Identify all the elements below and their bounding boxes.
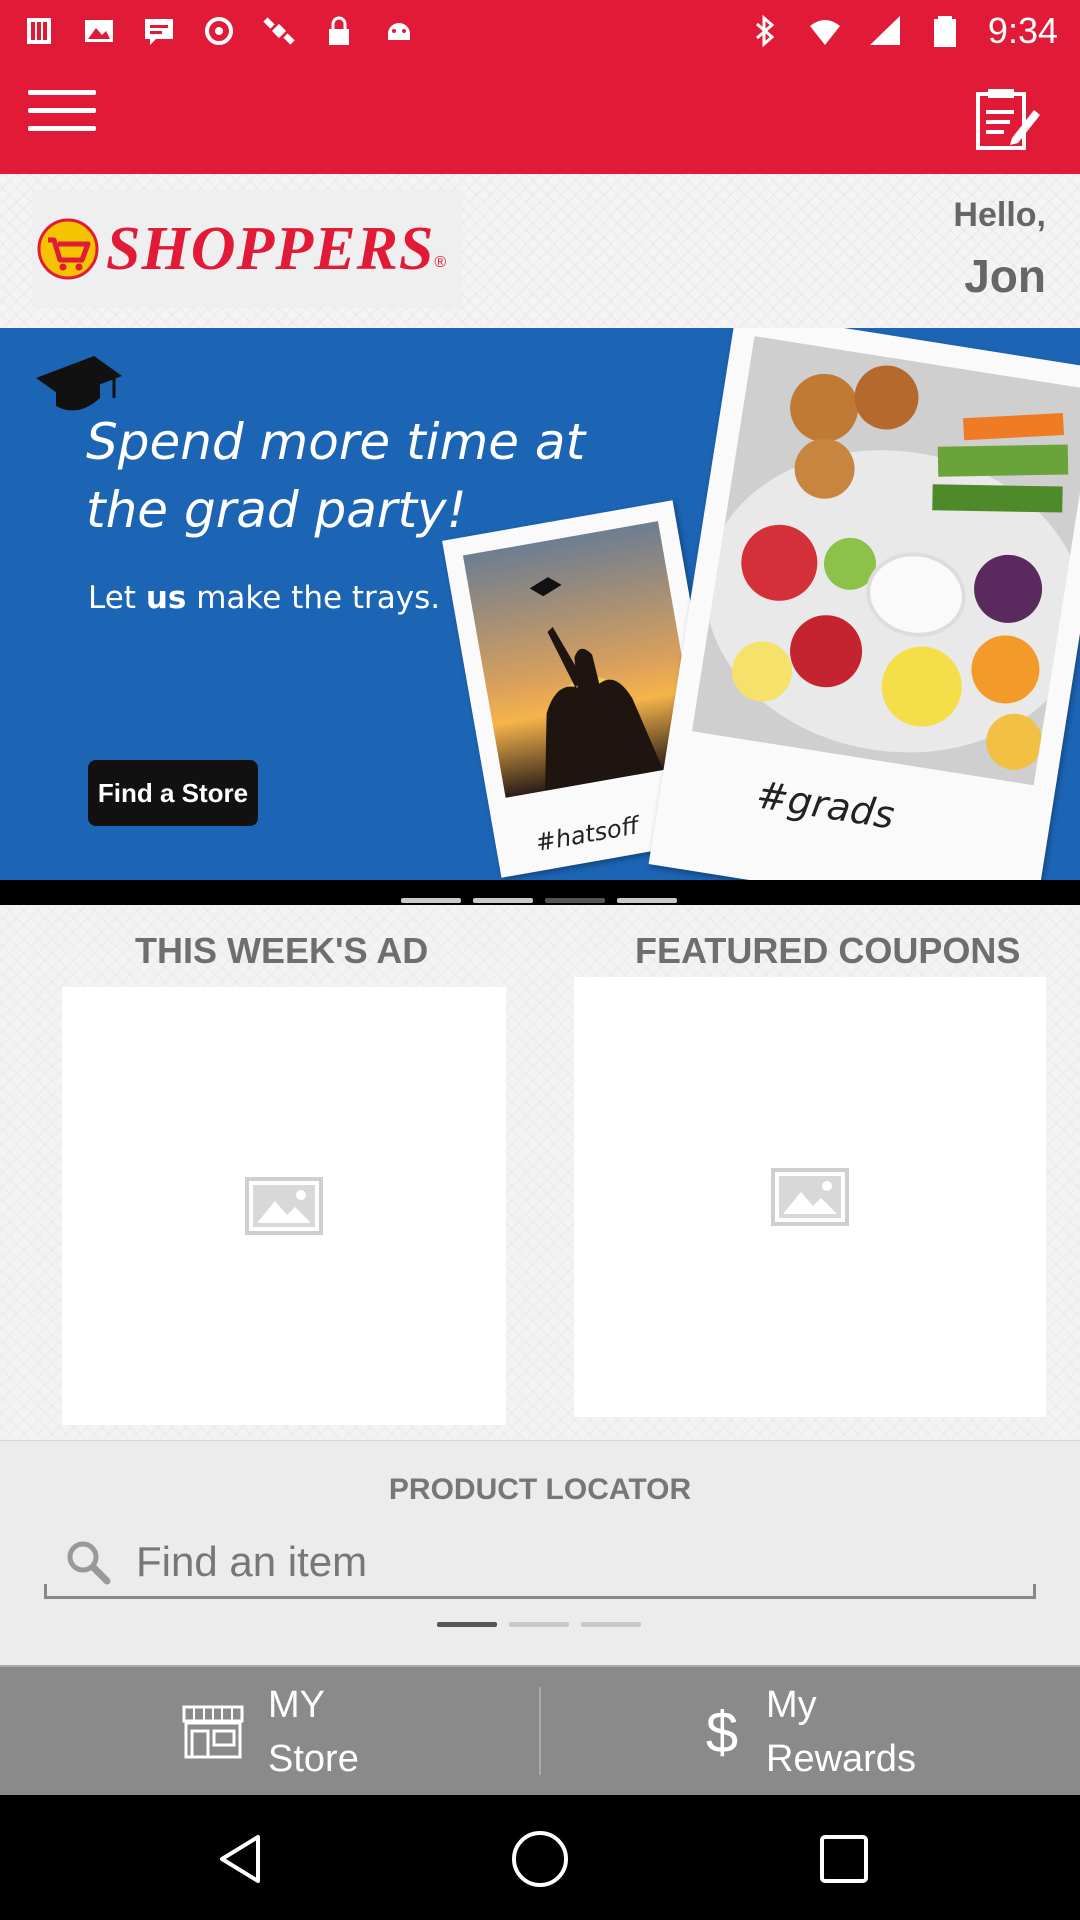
home-icon[interactable] (510, 1829, 570, 1889)
lock-icon (329, 16, 349, 45)
carousel-dot[interactable] (473, 898, 533, 903)
product-locator: PRODUCT LOCATOR Find an item (0, 1440, 1080, 1665)
grads-photo: #grads (648, 328, 1080, 880)
promo-banner[interactable]: Spend more time at the grad party! Let u… (0, 328, 1080, 880)
photo1-caption: #hatsoff (533, 811, 641, 857)
carousel-dot[interactable] (617, 898, 677, 903)
user-greeting: Hello, Jon (953, 196, 1046, 303)
shoppers-logo: SHOPPERS ® (32, 190, 462, 308)
find-a-store-button[interactable]: Find a Store (88, 760, 258, 826)
my-store-label-line2: Store (268, 1738, 359, 1780)
image-placeholder-icon (771, 1168, 849, 1226)
store-icon (182, 1705, 244, 1759)
carousel-dot[interactable] (545, 898, 605, 903)
satellite-icon (263, 17, 295, 45)
logo-registered-mark: ® (434, 254, 447, 271)
banner-headline: Spend more time at the grad party! (86, 413, 586, 539)
featured-coupons-card[interactable] (574, 977, 1046, 1417)
locator-carousel-indicator[interactable] (437, 1622, 641, 1627)
image-icon (85, 20, 113, 42)
dollar-icon: $ (706, 1702, 738, 1762)
header-strip: SHOPPERS ® Hello, Jon (0, 174, 1080, 328)
shopping-cart-logo-icon (37, 218, 99, 280)
battery-icon (933, 16, 956, 47)
banner-carousel-indicator[interactable] (401, 898, 677, 903)
weekly-ad-card[interactable] (62, 987, 506, 1425)
carousel-dot[interactable] (401, 898, 461, 903)
image-placeholder-icon (245, 1177, 323, 1235)
nav-divider (539, 1687, 541, 1775)
find-item-search-input[interactable]: Find an item (44, 1527, 1036, 1599)
svg-text:$: $ (706, 1702, 738, 1762)
back-icon[interactable] (214, 1831, 270, 1887)
banner-subtext-prefix: Let (88, 580, 146, 616)
signal-icon (869, 16, 900, 45)
hamburger-menu-icon (28, 90, 96, 95)
my-store-button[interactable]: MY Store (180, 1667, 359, 1797)
my-store-label-line1: MY (268, 1684, 325, 1726)
weekly-ad-title: THIS WEEK'S AD (135, 930, 429, 971)
banner-subtext-suffix: make the trays. (186, 580, 441, 616)
food-tray-image (691, 336, 1080, 786)
product-locator-title: PRODUCT LOCATOR (388, 1473, 692, 1506)
my-rewards-label-line2: Rewards (766, 1738, 916, 1780)
my-rewards-button[interactable]: $ My Rewards (700, 1667, 916, 1797)
bottom-nav: MY Store $ My Rewards (0, 1665, 1080, 1795)
greeting-user-name: Jon (964, 250, 1046, 302)
notification-icon (27, 18, 51, 44)
app-bar (0, 62, 1080, 174)
system-nav-bar (0, 1795, 1080, 1920)
greeting-hello: Hello, (953, 196, 1046, 234)
content-section: THIS WEEK'S AD FEATURED COUPONS (0, 905, 1080, 1440)
carousel-dot[interactable] (509, 1622, 569, 1627)
my-rewards-label: My Rewards (766, 1678, 916, 1786)
search-icon (67, 1541, 111, 1584)
message-icon (145, 19, 173, 45)
status-time: 9:34 (987, 10, 1058, 51)
wifi-icon (809, 20, 840, 45)
search-placeholder: Find an item (136, 1537, 368, 1585)
bluetooth-icon (755, 14, 775, 48)
shopping-list-edit-icon[interactable] (972, 86, 1042, 152)
settings-icon (205, 17, 233, 45)
status-bar: 9:34 (0, 0, 1080, 62)
recents-icon[interactable] (816, 1831, 872, 1887)
carousel-dot[interactable] (437, 1622, 497, 1627)
android-icon (388, 23, 410, 40)
banner-subtext: Let us make the trays. (88, 580, 440, 616)
carousel-dot[interactable] (581, 1622, 641, 1627)
status-left-icons (22, 14, 416, 48)
logo-text: SHOPPERS (106, 214, 435, 283)
hamburger-menu-button[interactable] (28, 90, 96, 148)
featured-coupons-title: FEATURED COUPONS (635, 930, 1021, 971)
my-rewards-label-line1: My (766, 1684, 817, 1726)
photo2-caption: #grads (753, 772, 898, 838)
status-right-icons: 9:34 (748, 10, 1058, 52)
banner-subtext-bold: us (145, 580, 187, 616)
my-store-label: MY Store (268, 1678, 359, 1786)
